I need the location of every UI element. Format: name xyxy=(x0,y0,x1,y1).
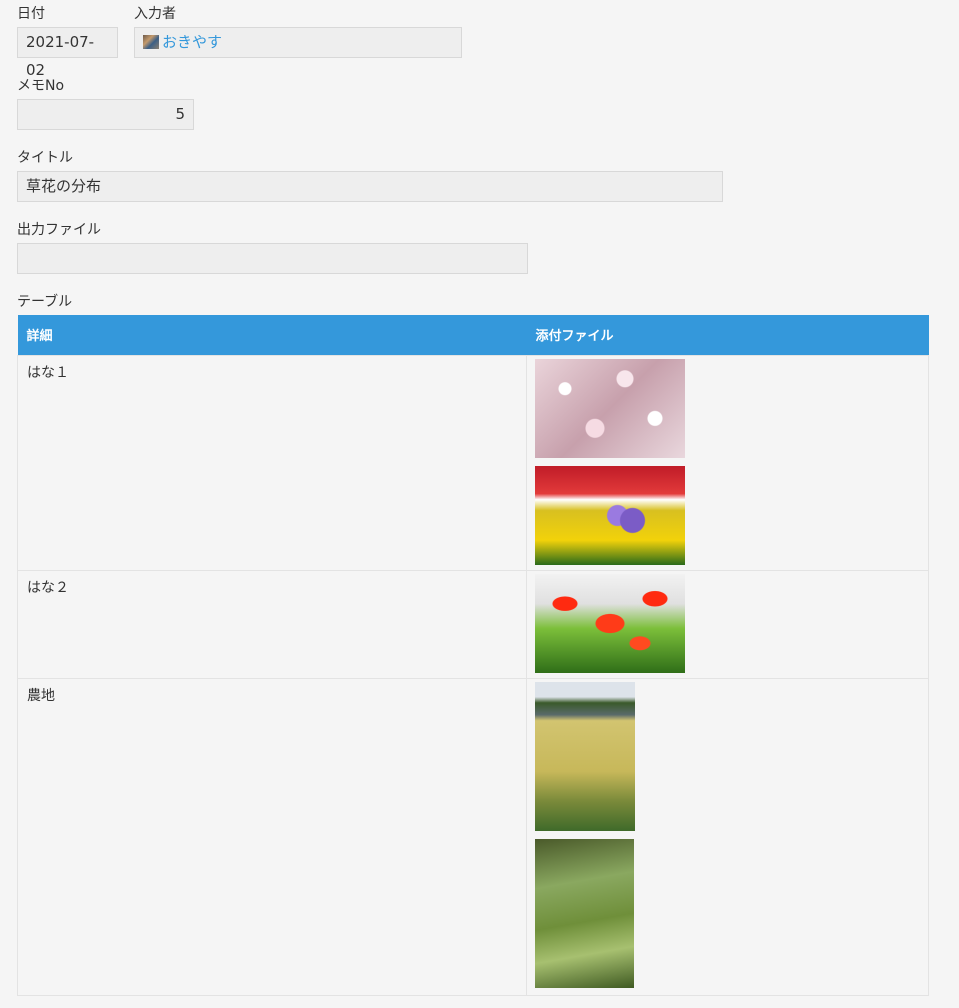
memo-no-field[interactable]: 5 xyxy=(17,99,194,130)
memo-no-label: メモNo xyxy=(17,78,65,94)
author-label: 入力者 xyxy=(134,6,176,22)
detail-cell: 農地 xyxy=(17,677,527,996)
detail-cell: はな１ xyxy=(17,354,527,571)
attachment-cell xyxy=(526,569,929,679)
table-row: はな２ xyxy=(17,569,929,679)
attachment-cell xyxy=(526,354,929,571)
table-row: はな１ xyxy=(17,354,929,571)
author-field: おきやす xyxy=(134,27,462,58)
output-file-label: 出力ファイル xyxy=(17,222,101,238)
table-label: テーブル xyxy=(17,294,73,310)
detail-cell: はな２ xyxy=(17,569,527,679)
date-field[interactable]: 2021-07-02 xyxy=(17,27,118,79)
title-label: タイトル xyxy=(17,150,73,166)
output-file-field[interactable] xyxy=(17,243,528,274)
attachment-cell xyxy=(526,677,929,996)
cherry-blossom-image[interactable] xyxy=(535,358,685,458)
title-field[interactable]: 草花の分布 xyxy=(17,171,723,202)
pansy-flowerbed-image[interactable] xyxy=(535,465,685,565)
column-header-detail: 詳細 xyxy=(17,315,527,355)
table-row: 農地 xyxy=(17,677,929,996)
rice-field-image[interactable] xyxy=(535,681,635,831)
user-avatar xyxy=(143,35,159,49)
grass-image[interactable] xyxy=(535,838,634,988)
subtable: 詳細 添付ファイル はな１ はな２ 農地 xyxy=(17,315,929,996)
table-header-row: 詳細 添付ファイル xyxy=(17,315,929,355)
column-header-attachment: 添付ファイル xyxy=(526,315,929,355)
date-label: 日付 xyxy=(17,6,45,22)
author-link[interactable]: おきやす xyxy=(162,33,222,51)
red-tulip-image[interactable] xyxy=(535,573,685,673)
